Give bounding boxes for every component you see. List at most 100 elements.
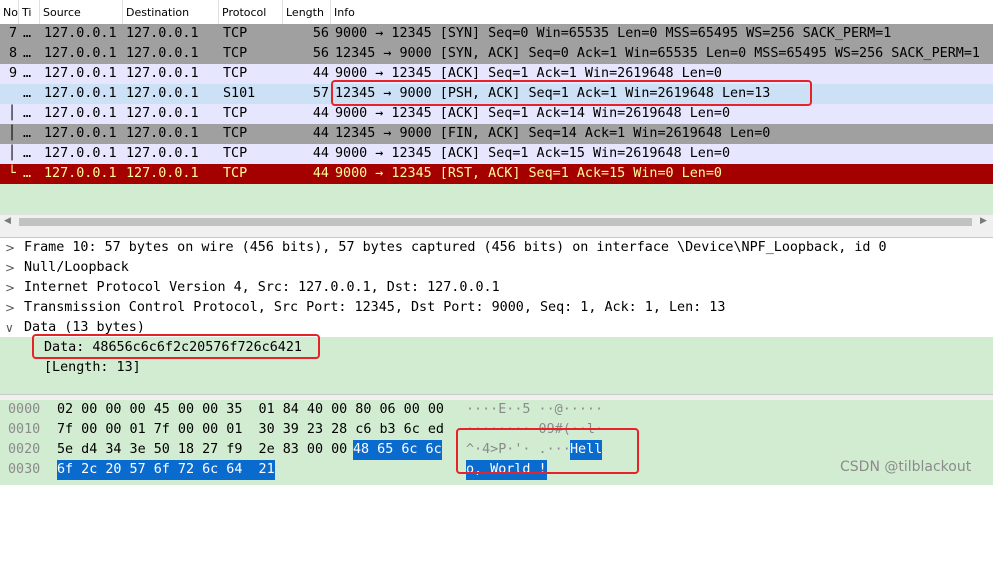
packet-row[interactable]: 8 … 127.0.0.1 127.0.0.1 TCP 56 12345 → 9000 [S…: [0, 44, 993, 64]
packet-length: 57: [312, 86, 329, 101]
packet-info: 12345 → 9000 [FIN, ACK] Seq=14 Ack=1 Win…: [335, 126, 771, 141]
packet-info: 9000 → 12345 [RST, ACK] Seq=1 Ack=15 Win…: [335, 166, 722, 181]
packet-destination: 127.0.0.1: [126, 46, 199, 61]
packet-source: 127.0.0.1: [44, 106, 117, 121]
hex-offset: 0000: [8, 402, 41, 417]
hex-offset: 0010: [8, 422, 41, 437]
packet-row[interactable]: │… 127.0.0.1 127.0.0.1 TCP 44 9000 → 12345 [A…: [0, 104, 993, 124]
packet-details-pane[interactable]: > Frame 10: 57 bytes on wire (456 bits),…: [0, 238, 993, 394]
packet-info: 12345 → 9000 [SYN, ACK] Seq=0 Ack=1 Win=…: [335, 46, 980, 61]
expand-arrow-icon[interactable]: >: [5, 238, 15, 258]
packet-row[interactable]: └… 127.0.0.1 127.0.0.1 TCP 44 9000 → 12345 [R…: [0, 164, 993, 184]
expand-arrow-icon[interactable]: >: [5, 278, 15, 298]
annotation-box-ascii: [456, 428, 639, 474]
packet-source: 127.0.0.1: [44, 26, 117, 41]
packet-time: …: [23, 146, 32, 161]
packet-protocol: TCP: [223, 126, 248, 141]
hex-bytes-highlighted[interactable]: 48 65 6c 6c: [353, 440, 442, 460]
hex-offset: 0030: [8, 462, 41, 477]
packet-no: [9, 164, 24, 184]
packet-list-header: No Ti Source Destination Protocol Length…: [0, 0, 993, 25]
column-header-destination[interactable]: Destination: [123, 0, 219, 24]
packet-time: …: [23, 86, 32, 101]
packet-time: …: [23, 126, 32, 141]
column-header-no[interactable]: No: [0, 0, 19, 24]
packet-length: 44: [312, 126, 329, 141]
column-header-info[interactable]: Info: [331, 0, 993, 24]
watermark: CSDN @tilblackout: [840, 459, 972, 475]
packet-destination: 127.0.0.1: [126, 86, 199, 101]
packet-no: 7: [9, 26, 18, 41]
hex-bytes[interactable]: 7f 00 00 01 7f 00 00 01 30 39 23 28 c6 b…: [57, 420, 444, 440]
packet-destination: 127.0.0.1: [126, 106, 199, 121]
packet-length: 44: [312, 66, 329, 81]
annotation-box-data: [32, 334, 320, 359]
column-header-length[interactable]: Length: [283, 0, 331, 24]
packet-source: 127.0.0.1: [44, 146, 117, 161]
packet-no: [9, 144, 24, 164]
packet-destination: 127.0.0.1: [126, 26, 199, 41]
expand-arrow-icon[interactable]: >: [5, 298, 15, 318]
packet-list-horizontal-scrollbar[interactable]: ◀ ▶: [0, 214, 993, 229]
detail-item-tcp[interactable]: > Transmission Control Protocol, Src Por…: [0, 298, 993, 318]
scroll-left-arrow-icon[interactable]: ◀: [4, 216, 11, 226]
packet-time: …: [23, 166, 32, 181]
expand-arrow-icon[interactable]: >: [5, 258, 15, 278]
packet-protocol: S101: [223, 86, 256, 101]
packet-time: …: [23, 66, 32, 81]
annotation-box-info: [331, 80, 812, 106]
packet-destination: 127.0.0.1: [126, 126, 199, 141]
scrollbar-thumb[interactable]: [19, 218, 972, 226]
pane-splitter-top[interactable]: [0, 229, 993, 238]
packet-no: [9, 124, 24, 144]
hex-bytes[interactable]: 02 00 00 00 45 00 00 35 01 84 40 00 80 0…: [57, 400, 444, 420]
detail-item-data-length[interactable]: [Length: 13]: [0, 358, 993, 378]
packet-protocol: TCP: [223, 26, 248, 41]
hex-row: 0000 02 00 00 00 45 00 00 35 01 84 40 00…: [0, 400, 993, 420]
packet-row[interactable]: │… 127.0.0.1 127.0.0.1 TCP 44 9000 → 12345 [A…: [0, 144, 993, 164]
hex-bytes-highlighted[interactable]: 6f 2c 20 57 6f 72 6c 64 21: [57, 460, 275, 480]
packet-row[interactable]: │… 127.0.0.1 127.0.0.1 TCP 44 12345 → 9000 [F…: [0, 124, 993, 144]
packet-no: [9, 84, 24, 104]
packet-protocol: TCP: [223, 46, 248, 61]
packet-source: 127.0.0.1: [44, 126, 117, 141]
column-header-protocol[interactable]: Protocol: [219, 0, 283, 24]
packet-length: 44: [312, 106, 329, 121]
packet-time: …: [23, 106, 32, 121]
collapse-arrow-icon[interactable]: ∨: [5, 318, 14, 338]
column-header-time[interactable]: Ti: [19, 0, 40, 24]
packet-no: 8: [9, 46, 18, 61]
packet-protocol: TCP: [223, 106, 248, 121]
packet-length: 56: [312, 46, 329, 61]
packet-protocol: TCP: [223, 146, 248, 161]
packet-source: 127.0.0.1: [44, 66, 117, 81]
packet-row[interactable]: 7 … 127.0.0.1 127.0.0.1 TCP 56 9000 → 12345 [S…: [0, 24, 993, 44]
column-header-source[interactable]: Source: [40, 0, 123, 24]
hex-bytes[interactable]: 5e d4 34 3e 50 18 27 f9 2e 83 00 00: [57, 440, 355, 460]
packet-source: 127.0.0.1: [44, 166, 117, 181]
packet-protocol: TCP: [223, 166, 248, 181]
detail-item-ipv4[interactable]: > Internet Protocol Version 4, Src: 127.…: [0, 278, 993, 298]
packet-protocol: TCP: [223, 66, 248, 81]
packet-length: 56: [312, 26, 329, 41]
packet-list[interactable]: No Ti Source Destination Protocol Length…: [0, 0, 993, 214]
packet-no: [9, 104, 24, 124]
packet-info: 9000 → 12345 [ACK] Seq=1 Ack=14 Win=2619…: [335, 106, 731, 121]
packet-destination: 127.0.0.1: [126, 66, 199, 81]
packet-time: …: [23, 26, 32, 41]
scroll-right-arrow-icon[interactable]: ▶: [980, 216, 987, 226]
detail-item-null-loopback[interactable]: > Null/Loopback: [0, 258, 993, 278]
packet-length: 44: [312, 146, 329, 161]
packet-destination: 127.0.0.1: [126, 166, 199, 181]
packet-info: 9000 → 12345 [SYN] Seq=0 Win=65535 Len=0…: [335, 26, 892, 41]
hex-ascii[interactable]: ····E··5 ··@·····: [466, 400, 603, 420]
packet-destination: 127.0.0.1: [126, 146, 199, 161]
packet-length: 44: [312, 166, 329, 181]
packet-info: 9000 → 12345 [ACK] Seq=1 Ack=15 Win=2619…: [335, 146, 731, 161]
packet-source: 127.0.0.1: [44, 46, 117, 61]
packet-no: 9: [9, 66, 18, 81]
packet-source: 127.0.0.1: [44, 86, 117, 101]
detail-item-frame[interactable]: > Frame 10: 57 bytes on wire (456 bits),…: [0, 238, 993, 258]
packet-list-empty-area: [0, 184, 993, 214]
hex-offset: 0020: [8, 442, 41, 457]
